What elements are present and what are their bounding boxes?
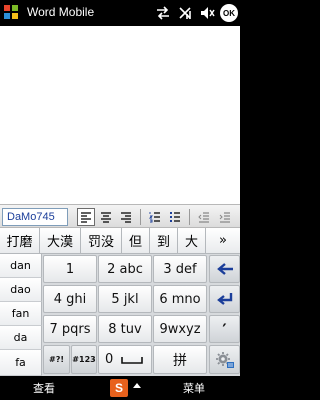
pinyin-option[interactable]: dao: [0, 278, 42, 302]
softkey-bar: 查看 S 菜单: [0, 376, 240, 400]
key-3[interactable]: 3 def: [153, 255, 207, 283]
settings-key[interactable]: [209, 345, 240, 374]
ok-button[interactable]: OK: [220, 4, 238, 22]
candidate-word[interactable]: 到: [150, 228, 178, 254]
key-7[interactable]: 7 pqrs: [43, 315, 97, 343]
enter-key[interactable]: [209, 285, 240, 313]
formatting-toolbar: DaMo745: [0, 204, 240, 228]
app-title: Word Mobile: [27, 5, 95, 19]
more-candidates-button[interactable]: »: [206, 228, 240, 254]
bulleted-list-icon[interactable]: [166, 208, 184, 226]
pinyin-mode-key[interactable]: 拼: [153, 345, 207, 374]
key-9[interactable]: 9wxyz: [153, 315, 207, 343]
align-right-icon[interactable]: [117, 208, 135, 226]
candidate-word[interactable]: 罚没: [81, 228, 122, 254]
key-1[interactable]: 1: [43, 255, 97, 283]
increase-indent-icon[interactable]: [216, 208, 234, 226]
backspace-arrow-icon: [216, 263, 233, 275]
decrease-indent-icon[interactable]: [195, 208, 213, 226]
chinese-input-keyboard: 打磨 大漠 罚没 但 到 大 » dan dao fan da fa 1 2 a…: [0, 228, 240, 376]
input-method-button[interactable]: S: [110, 379, 128, 397]
left-softkey[interactable]: 查看: [33, 380, 55, 396]
align-left-icon[interactable]: [77, 208, 95, 226]
numbered-list-icon[interactable]: [146, 208, 164, 226]
no-signal-icon[interactable]: [176, 4, 194, 22]
key-5[interactable]: 5 jkl: [98, 285, 152, 313]
pinyin-option[interactable]: fa: [0, 350, 42, 376]
toolbar-divider: [140, 209, 141, 225]
candidate-word[interactable]: 打磨: [0, 228, 40, 254]
pinyin-option[interactable]: da: [0, 326, 42, 350]
number-mode-key[interactable]: #123: [71, 345, 97, 374]
document-area[interactable]: [0, 26, 240, 204]
candidate-word[interactable]: 但: [122, 228, 150, 254]
candidate-word[interactable]: 大: [178, 228, 206, 254]
pinyin-option[interactable]: fan: [0, 302, 42, 326]
right-softkey[interactable]: 菜单: [183, 380, 205, 396]
gear-icon: [215, 351, 234, 368]
key-6[interactable]: 6 mno: [153, 285, 207, 313]
input-method-arrow-icon[interactable]: [133, 383, 141, 388]
space-bar-icon: [121, 356, 144, 364]
speaker-muted-icon[interactable]: [198, 4, 216, 22]
apostrophe-key[interactable]: ′: [209, 315, 240, 343]
backspace-key[interactable]: [209, 255, 240, 283]
pinyin-option[interactable]: dan: [0, 254, 42, 278]
space-key[interactable]: 0: [98, 345, 152, 374]
title-bar: Word Mobile OK: [0, 0, 240, 26]
font-name-box[interactable]: DaMo745: [2, 208, 68, 226]
space-key-label: 0: [105, 352, 114, 367]
align-center-icon[interactable]: [97, 208, 115, 226]
candidate-word[interactable]: 大漠: [40, 228, 81, 254]
windows-start-icon[interactable]: [4, 5, 19, 20]
enter-arrow-icon: [216, 293, 232, 305]
key-4[interactable]: 4 ghi: [43, 285, 97, 313]
toolbar-divider: [189, 209, 190, 225]
connectivity-arrows-icon[interactable]: [154, 4, 172, 22]
key-8[interactable]: 8 tuv: [98, 315, 152, 343]
symbol-key[interactable]: #?!: [43, 345, 70, 374]
key-2[interactable]: 2 abc: [98, 255, 152, 283]
